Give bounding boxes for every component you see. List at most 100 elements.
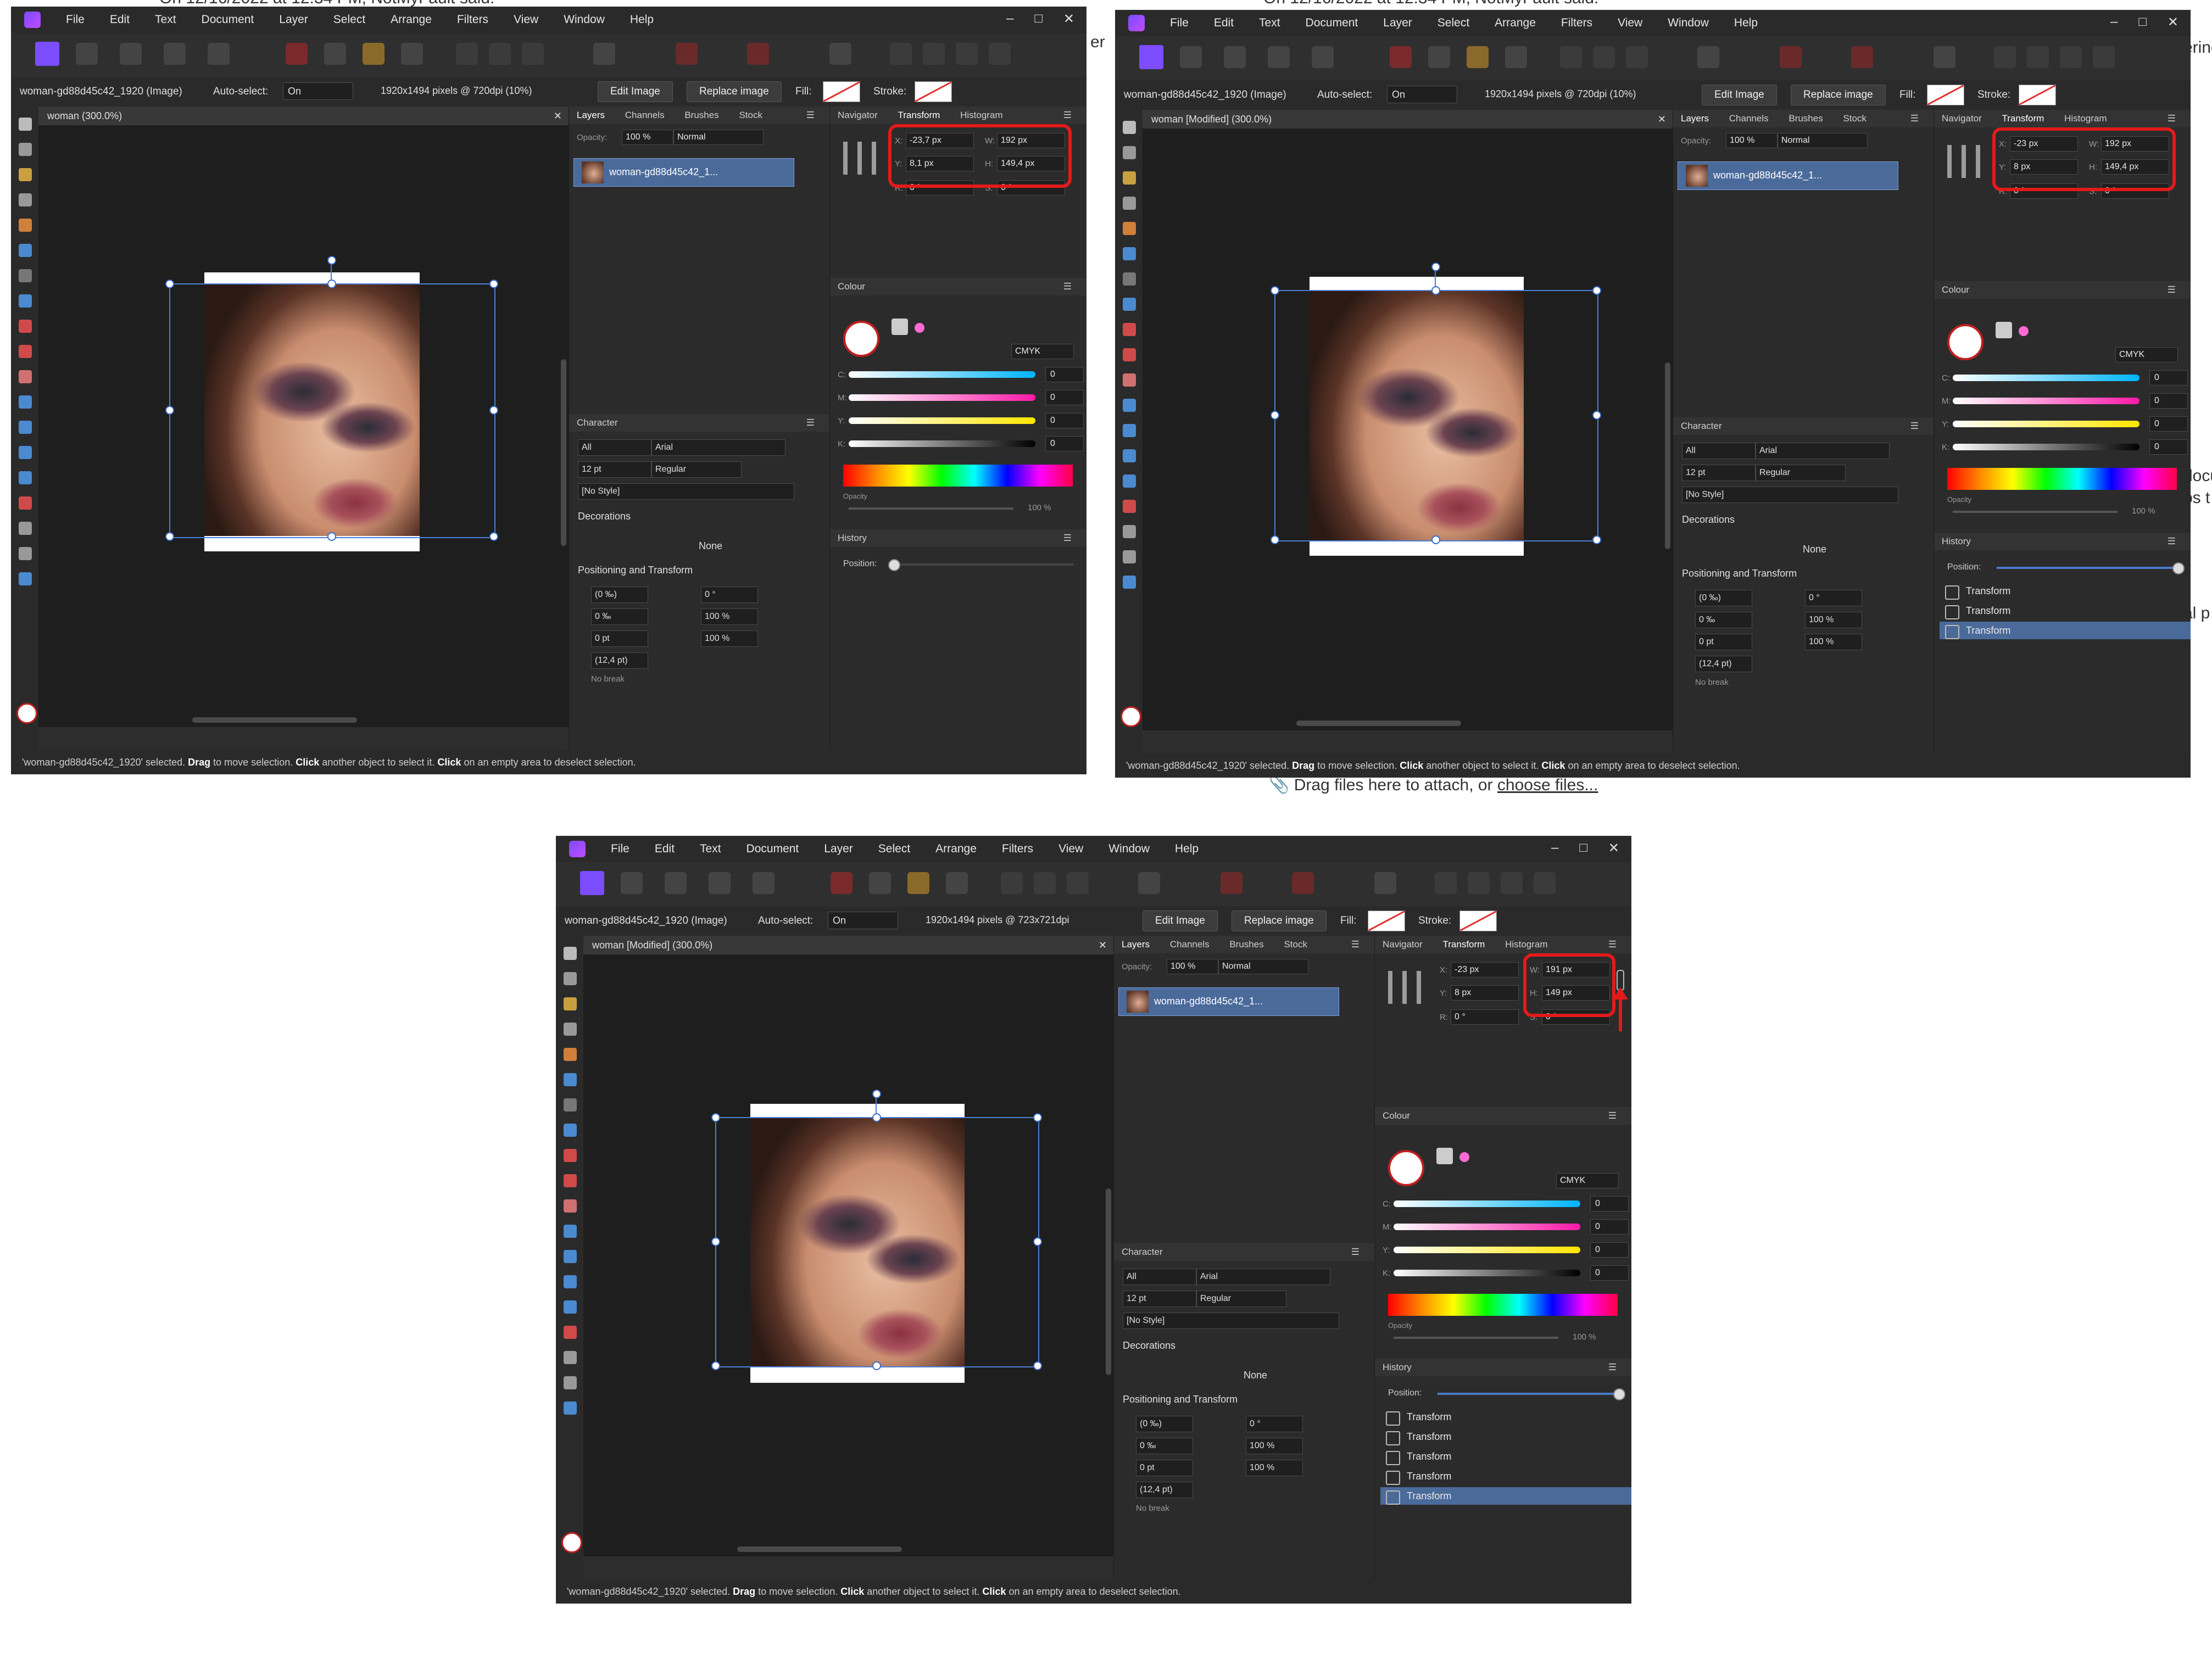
selection-mode-icon[interactable] xyxy=(456,43,478,65)
selection-intersect-icon[interactable] xyxy=(1067,872,1089,894)
colour-opacity-value[interactable]: 100 % xyxy=(2132,506,2155,516)
fill-stroke-swatch-icon[interactable] xyxy=(1947,324,1983,360)
photo-persona-icon[interactable] xyxy=(580,871,604,895)
shear-field[interactable]: 0 ° xyxy=(1805,590,1862,606)
font-size-field[interactable]: 12 pt xyxy=(1123,1291,1196,1307)
selection-subtract-icon[interactable] xyxy=(1593,46,1615,68)
align-icon[interactable] xyxy=(890,43,912,65)
resize-handle[interactable] xyxy=(489,280,498,288)
magenta-value[interactable]: 0 xyxy=(2149,393,2188,409)
canvas-area[interactable]: woman [Modified] (300.0%) ✕ xyxy=(583,936,1113,1556)
tab-brushes[interactable]: Brushes xyxy=(1788,113,1823,124)
tab-brushes[interactable]: Brushes xyxy=(1229,939,1263,950)
menu-file[interactable]: File xyxy=(611,842,629,856)
colour-opacity-value[interactable]: 100 % xyxy=(1028,503,1051,512)
resize-handle[interactable] xyxy=(1592,286,1601,295)
fill-stroke-swatch-icon[interactable] xyxy=(843,321,879,357)
healing-tool-icon[interactable] xyxy=(564,1275,577,1288)
resize-handle[interactable] xyxy=(1033,1361,1042,1370)
colour-swatch-icon[interactable] xyxy=(1121,706,1141,727)
panel-menu-icon[interactable]: ☰ xyxy=(1608,1359,1617,1376)
marquee-tool-icon[interactable] xyxy=(19,269,32,282)
panel-menu-icon[interactable]: ☰ xyxy=(1063,529,1072,547)
menu-view[interactable]: View xyxy=(514,13,538,26)
anchor-grid-icon[interactable] xyxy=(1388,971,1421,1004)
minimize-button[interactable]: – xyxy=(1551,840,1558,856)
selection-box[interactable] xyxy=(715,1117,1039,1367)
vertical-scrollbar[interactable] xyxy=(1665,362,1670,549)
char-scope-dropdown[interactable]: All xyxy=(578,439,651,456)
black-value[interactable]: 0 xyxy=(1590,1265,1629,1281)
edit-image-button[interactable]: Edit Image xyxy=(598,81,673,102)
selection-intersect-icon[interactable] xyxy=(522,43,544,65)
resolution-dropdown[interactable]: 1920x1494 pixels @ 723x721dpi xyxy=(921,912,1125,928)
kerning-field[interactable]: 0 ‰ xyxy=(1136,1438,1193,1454)
rotate-icon[interactable] xyxy=(2093,46,2115,68)
blend-mode-dropdown[interactable]: Normal xyxy=(673,130,764,145)
panel-menu-icon[interactable]: ☰ xyxy=(1063,278,1072,295)
panel-menu-icon[interactable]: ☰ xyxy=(806,414,815,432)
auto-colour-icon[interactable] xyxy=(907,872,929,894)
panel-menu-icon[interactable]: ☰ xyxy=(1351,936,1359,953)
tab-transform[interactable]: Transform xyxy=(898,110,940,120)
colour-opacity-slider[interactable] xyxy=(1953,511,2118,513)
colour-mode-dropdown[interactable]: CMYK xyxy=(1011,344,1074,359)
selection-brush-tool-icon[interactable] xyxy=(564,1048,577,1061)
resize-handle[interactable] xyxy=(1033,1113,1042,1122)
auto-white-balance-icon[interactable] xyxy=(946,872,968,894)
tab-transform[interactable]: Transform xyxy=(1443,939,1485,950)
tracking-field[interactable]: (0 ‰) xyxy=(1695,590,1752,606)
rotation-handle[interactable] xyxy=(327,256,336,265)
magic-wand-tool-icon[interactable] xyxy=(19,244,32,257)
cyan-value[interactable]: 0 xyxy=(1590,1196,1629,1211)
tracking-field[interactable]: (0 ‰) xyxy=(591,587,648,603)
resize-handle[interactable] xyxy=(1033,1237,1042,1246)
black-slider[interactable] xyxy=(849,440,1035,447)
crop-tool-icon[interactable] xyxy=(19,193,32,206)
quick-mask-icon[interactable] xyxy=(1697,46,1719,68)
shear-field[interactable]: 0 ° xyxy=(701,587,758,603)
erase-tool-icon[interactable] xyxy=(564,1199,577,1213)
leading-field[interactable]: (12,4 pt) xyxy=(1695,656,1752,672)
tone-mapping-persona-icon[interactable] xyxy=(709,872,731,894)
flip-icon[interactable] xyxy=(956,43,978,65)
vscale-field[interactable]: 100 % xyxy=(1246,1460,1303,1476)
text-tool-icon[interactable] xyxy=(19,572,32,585)
rectangle-tool-icon[interactable] xyxy=(19,547,32,560)
flood-fill-tool-icon[interactable] xyxy=(19,294,32,308)
selection-mode-icon[interactable] xyxy=(1560,46,1582,68)
autoselect-dropdown[interactable]: On xyxy=(283,82,353,100)
colour-mode-dropdown[interactable]: CMYK xyxy=(1556,1173,1619,1188)
close-button[interactable]: ✕ xyxy=(2168,14,2178,30)
snapping-icon[interactable] xyxy=(1221,872,1242,894)
edit-image-button[interactable]: Edit Image xyxy=(1702,85,1777,105)
resize-handle[interactable] xyxy=(165,406,174,415)
anchor-grid-icon[interactable] xyxy=(843,142,876,175)
canvas-area[interactable]: woman [Modified] (300.0%) ✕ xyxy=(1143,110,1673,730)
eyedropper-icon[interactable] xyxy=(1436,1148,1453,1164)
marquee-tool-icon[interactable] xyxy=(1123,272,1136,286)
panel-menu-icon[interactable]: ☰ xyxy=(2168,110,2176,127)
close-document-icon[interactable]: ✕ xyxy=(554,107,562,125)
tab-stock[interactable]: Stock xyxy=(1843,113,1866,124)
selection-brush-tool-icon[interactable] xyxy=(19,219,32,232)
rotate-icon[interactable] xyxy=(989,43,1011,65)
black-value[interactable]: 0 xyxy=(2149,439,2188,455)
tab-stock[interactable]: Stock xyxy=(739,110,762,120)
replace-image-button[interactable]: Replace image xyxy=(687,81,782,102)
font-weight-dropdown[interactable]: Regular xyxy=(1196,1291,1286,1307)
view-tool-icon[interactable] xyxy=(564,947,577,960)
hscale-field[interactable]: 100 % xyxy=(701,608,758,625)
resolution-dropdown[interactable]: 1920x1494 pixels @ 720dpi (10%) xyxy=(1480,86,1684,102)
pixel-tool-icon[interactable] xyxy=(564,1174,577,1187)
selection-box[interactable] xyxy=(169,283,495,538)
arrange-icon[interactable] xyxy=(1292,872,1314,894)
history-position-slider[interactable] xyxy=(1997,567,2178,569)
resize-handle[interactable] xyxy=(1431,535,1440,544)
pen-tool-icon[interactable] xyxy=(1123,525,1136,538)
font-size-field[interactable]: 12 pt xyxy=(578,461,651,478)
menu-select[interactable]: Select xyxy=(1437,16,1469,30)
text-style-dropdown[interactable]: [No Style] xyxy=(1123,1313,1339,1329)
resize-handle[interactable] xyxy=(165,280,174,288)
auto-colour-icon[interactable] xyxy=(1467,46,1489,68)
